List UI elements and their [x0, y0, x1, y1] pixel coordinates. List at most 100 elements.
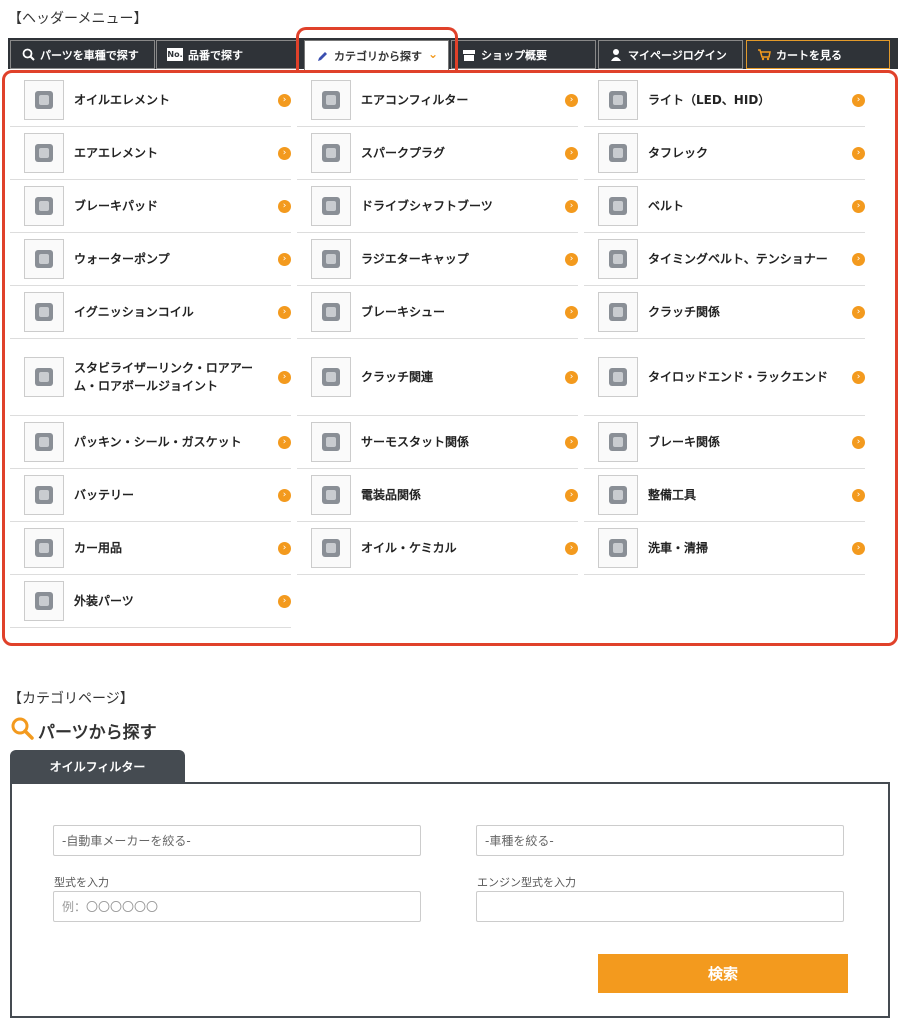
header-menu-label: 【ヘッダーメニュー】: [8, 11, 148, 27]
category-page-label: 【カテゴリページ】: [8, 691, 134, 707]
category-menu-item[interactable]: エアコンフィルター ›: [297, 74, 578, 127]
category-menu-item[interactable]: 外装パーツ ›: [10, 575, 291, 628]
category-menu-item[interactable]: パッキン・シール・ガスケット ›: [10, 416, 291, 469]
category-menu-item[interactable]: エアエレメント ›: [10, 127, 291, 180]
search-icon: [21, 48, 35, 62]
chevron-right-icon: ›: [852, 93, 865, 107]
brake-disc-image: [598, 422, 638, 462]
search-button[interactable]: 検索: [598, 954, 848, 993]
cart-icon: [757, 48, 771, 62]
category-menu-item[interactable]: ウォーターポンプ ›: [10, 233, 291, 286]
oil-chemical-image: [311, 528, 351, 568]
category-menu-item[interactable]: 洗車・清掃 ›: [584, 522, 865, 575]
exterior-parts-image: [24, 581, 64, 621]
category-menu-item[interactable]: ラジエターキャップ ›: [297, 233, 578, 286]
category-menu-item[interactable]: スパークプラグ ›: [297, 127, 578, 180]
category-menu-item[interactable]: スタビライザーリンク・ロアアーム・ロアボールジョイント ›: [10, 339, 291, 416]
category-menu-item[interactable]: オイル・ケミカル ›: [297, 522, 578, 575]
magnifier-icon: [10, 716, 34, 745]
type-input[interactable]: 例：〇〇〇〇〇〇: [53, 891, 421, 922]
number-icon: No.: [167, 48, 183, 61]
nav-tab-label: カテゴリから探す: [334, 50, 422, 63]
category-menu-item[interactable]: 整備工具 ›: [584, 469, 865, 522]
engine-type-input[interactable]: [476, 891, 844, 922]
nav-tab-cart[interactable]: カートを見る: [746, 40, 890, 69]
chevron-right-icon: ›: [852, 541, 865, 555]
chevron-right-icon: ›: [565, 93, 578, 107]
category-label: スパークプラグ: [361, 146, 446, 160]
parts-search-form: -自動車メーカーを絞る- -車種を絞る- 型式を入力 エンジン型式を入力 例：〇…: [10, 782, 890, 1018]
category-label: カー用品: [74, 541, 123, 555]
category-menu-item[interactable]: 電装品関係 ›: [297, 469, 578, 522]
category-menu-item[interactable]: ライト（LED、HID） ›: [584, 74, 865, 127]
category-label: ラジエターキャップ: [361, 252, 469, 266]
type-label: 型式を入力: [54, 876, 109, 889]
chevron-right-icon: ›: [565, 488, 578, 502]
category-menu-item[interactable]: クラッチ関連 ›: [297, 339, 578, 416]
category-menu-item[interactable]: ブレーキ関係 ›: [584, 416, 865, 469]
pen-icon: [315, 49, 329, 63]
category-menu-item[interactable]: オイルエレメント ›: [10, 74, 291, 127]
electrical-image: [311, 475, 351, 515]
chevron-right-icon: ›: [278, 146, 291, 160]
category-menu-item[interactable]: ブレーキパッド ›: [10, 180, 291, 233]
category-label: タイミングベルト、テンショナー: [648, 252, 828, 266]
category-label: パッキン・シール・ガスケット: [74, 435, 242, 449]
chevron-right-icon: ›: [278, 541, 291, 555]
drive-shaft-boot-image: [311, 186, 351, 226]
chevron-right-icon: ›: [278, 488, 291, 502]
nav-tab-category[interactable]: カテゴリから探す ⌄: [304, 40, 449, 71]
category-label: サーモスタット関係: [361, 435, 470, 449]
category-menu-item[interactable]: バッテリー ›: [10, 469, 291, 522]
parts-search-title: パーツから探す: [10, 716, 157, 745]
nav-tab-search-by-car[interactable]: パーツを車種で探す: [10, 40, 155, 69]
category-label: ウォーターポンプ: [74, 252, 170, 266]
air-element-image: [24, 133, 64, 173]
category-menu-item[interactable]: クラッチ関係 ›: [584, 286, 865, 339]
chevron-right-icon: ›: [852, 370, 865, 384]
category-menu-item[interactable]: カー用品 ›: [10, 522, 291, 575]
category-label: スタビライザーリンク・ロアアーム・ロアボールジョイント: [74, 361, 254, 393]
timing-belt-image: [598, 239, 638, 279]
category-menu-item[interactable]: タイミングベルト、テンショナー ›: [584, 233, 865, 286]
nav-tab-search-by-number[interactable]: No. 品番で探す: [156, 40, 299, 69]
category-label: 整備工具: [648, 488, 697, 502]
category-label: オイル・ケミカル: [361, 541, 457, 555]
category-label: 外装パーツ: [74, 594, 134, 608]
battery-image: [24, 475, 64, 515]
brake-pad-image: [24, 186, 64, 226]
model-select[interactable]: -車種を絞る-: [476, 825, 844, 856]
category-label: タフレック: [648, 146, 709, 160]
category-menu-item[interactable]: ドライブシャフトブーツ ›: [297, 180, 578, 233]
category-label: ブレーキ関係: [648, 435, 721, 449]
category-label: イグニッションコイル: [74, 305, 194, 319]
nav-tab-shop-info[interactable]: ショップ概要: [451, 40, 596, 69]
ac-filter-image: [311, 80, 351, 120]
shop-icon: [462, 48, 476, 62]
category-label: ドライブシャフトブーツ: [361, 199, 493, 213]
chevron-down-icon: ⌄: [427, 47, 438, 61]
chevron-right-icon: ›: [278, 370, 291, 384]
category-label: クラッチ関係: [648, 305, 721, 319]
maker-select[interactable]: -自動車メーカーを絞る-: [53, 825, 421, 856]
chevron-right-icon: ›: [278, 435, 291, 449]
tab-oil-filter[interactable]: オイルフィルター: [10, 750, 185, 782]
category-menu-item[interactable]: ブレーキシュー ›: [297, 286, 578, 339]
category-label: タイロッドエンド・ラックエンド: [648, 370, 829, 384]
category-menu-item[interactable]: タフレック ›: [584, 127, 865, 180]
nav-tab-label: 品番で探す: [188, 48, 243, 62]
oil-element-image: [24, 80, 64, 120]
category-label: オイルエレメント: [74, 93, 171, 107]
category-menu-item[interactable]: タイロッドエンド・ラックエンド ›: [584, 339, 865, 416]
category-label: ベルト: [648, 199, 685, 213]
category-label: ブレーキシュー: [361, 305, 446, 319]
category-menu-item[interactable]: ベルト ›: [584, 180, 865, 233]
category-label: 電装品関係: [361, 488, 422, 502]
category-label: クラッチ関連: [361, 370, 434, 384]
category-menu-item[interactable]: サーモスタット関係 ›: [297, 416, 578, 469]
engine-type-label: エンジン型式を入力: [477, 876, 576, 889]
chevron-right-icon: ›: [852, 435, 865, 449]
category-menu-item[interactable]: イグニッションコイル ›: [10, 286, 291, 339]
nav-tab-mypage-login[interactable]: マイページログイン: [598, 40, 743, 69]
brake-shoe-image: [311, 292, 351, 332]
